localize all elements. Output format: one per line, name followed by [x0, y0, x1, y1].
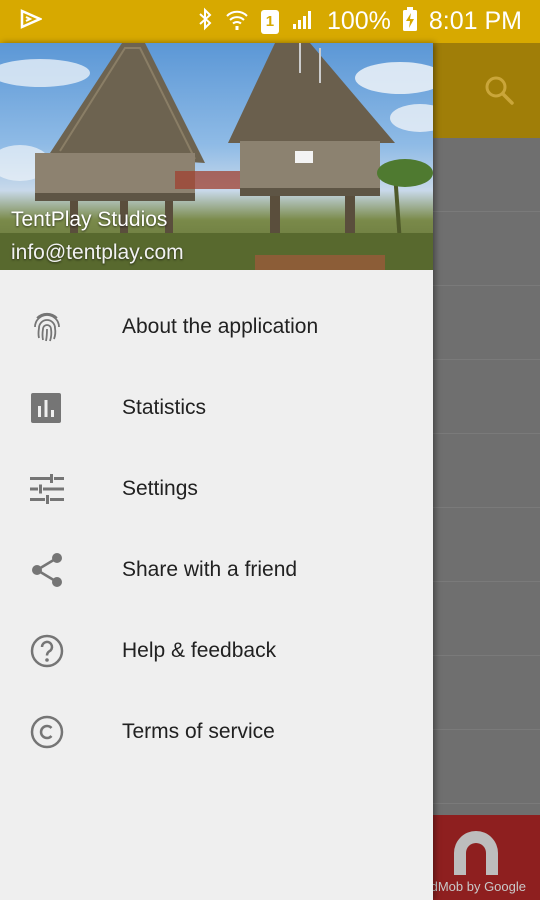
battery-percent: 100%: [326, 7, 391, 35]
search-icon[interactable]: [482, 73, 516, 107]
admob-logo: [448, 825, 504, 881]
signal-icon: [291, 8, 315, 35]
wifi-icon: [225, 7, 249, 36]
help-icon: [0, 634, 122, 668]
header-image: [0, 43, 433, 270]
fingerprint-icon: [0, 310, 122, 344]
chart-icon: [0, 392, 122, 424]
notification-icon: [20, 8, 44, 35]
clock: 8:01 PM: [428, 7, 522, 35]
sim-badge: 1: [260, 9, 279, 34]
navigation-drawer: TentPlay Studios info@tentplay.com About…: [0, 43, 433, 900]
menu-label-help: Help & feedback: [122, 638, 277, 662]
menu-label-terms: Terms of service: [122, 719, 275, 743]
menu-item-help[interactable]: Help & feedback: [0, 610, 433, 691]
battery-charging-icon: [402, 7, 417, 36]
copyright-icon: [0, 715, 122, 749]
menu-item-terms[interactable]: Terms of service: [0, 691, 433, 772]
ad-text: AdMob by Google: [421, 879, 526, 894]
menu-label-settings: Settings: [122, 476, 198, 500]
drawer-menu: About the application Statistics Setting…: [0, 270, 433, 772]
menu-item-about[interactable]: About the application: [0, 286, 433, 367]
menu-label-statistics: Statistics: [122, 395, 207, 419]
menu-label-share: Share with a friend: [122, 557, 298, 581]
menu-item-statistics[interactable]: Statistics: [0, 367, 433, 448]
bluetooth-icon: [197, 7, 213, 36]
status-bar: 1 100% 8:01 PM: [0, 0, 540, 43]
menu-item-settings[interactable]: Settings: [0, 448, 433, 529]
header-email: info@tentplay.com: [11, 241, 184, 264]
drawer-header: TentPlay Studios info@tentplay.com: [0, 43, 433, 270]
header-name: TentPlay Studios: [11, 208, 168, 231]
share-icon: [0, 552, 122, 588]
menu-label-about: About the application: [122, 314, 319, 338]
tune-icon: [0, 473, 122, 504]
menu-item-share[interactable]: Share with a friend: [0, 529, 433, 610]
